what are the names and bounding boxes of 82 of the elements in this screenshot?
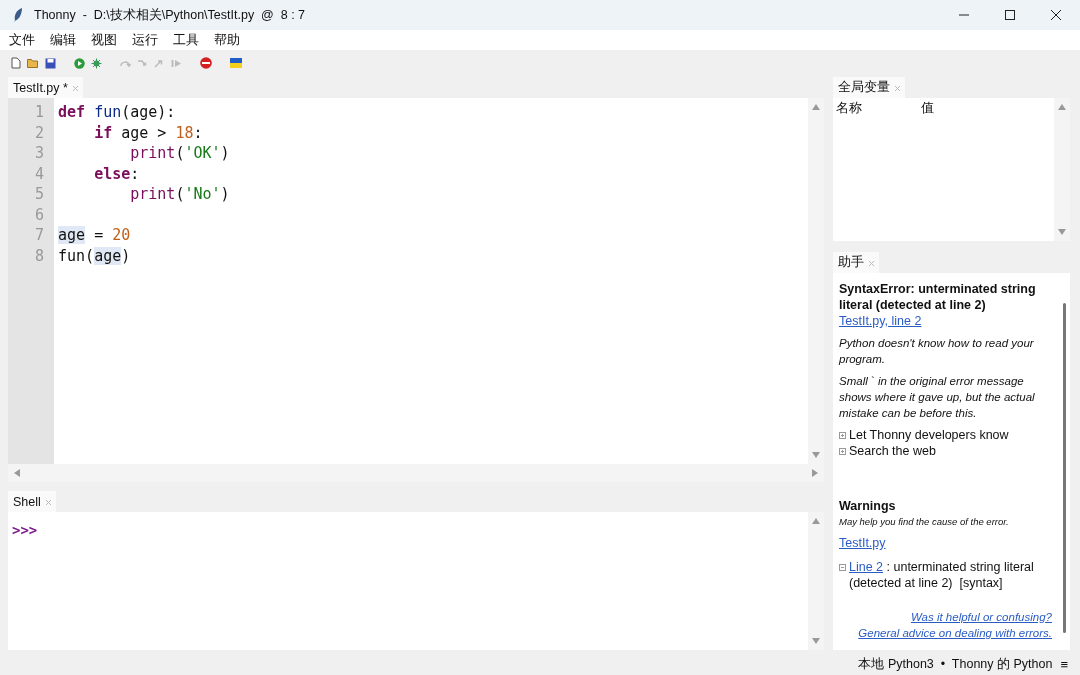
scroll-left-icon[interactable] [14,469,20,477]
scroll-up-icon[interactable] [812,518,820,524]
interpreter-label[interactable]: 本地 Python3 • Thonny 的 Python [858,655,1053,673]
line-number: 8 [34,245,44,266]
code-text: ) [121,246,131,265]
stop-icon[interactable] [200,57,212,69]
variables-tab[interactable]: 全局变量 [833,77,905,98]
menu-item[interactable]: 工具 [173,31,199,49]
section-heading: Warnings [839,498,897,515]
expander-label[interactable]: Search the web [849,443,936,459]
code-text: ( [175,185,185,203]
shell-prompt: >>> [12,522,38,538]
scroll-down-icon[interactable] [812,638,820,644]
expand-icon[interactable] [839,432,846,439]
code-token: if [94,123,113,142]
code-token: print [130,144,176,162]
close-icon[interactable] [1050,9,1062,21]
assistant-tab[interactable]: 助手 [833,252,879,273]
warning-text: Line 2 : unterminated string literal (detected at line 2) [syntax] [849,559,1035,591]
explanation-text: Python doesn't know how to read your program. [839,336,1035,367]
hint-text: May help you find the cause of the error. [839,515,1010,529]
error-heading: SyntaxError: unterminated string literal (detected at line 2) [839,281,1037,313]
window-title: Thonny - D:\技术相关\Python\TestIt.py @ 8 : 7 [34,6,307,24]
feedback-link[interactable]: General advice on dealing with errors. [858,625,1052,641]
menu-item[interactable]: 文件 [9,31,35,49]
code-text: fun( [58,246,95,265]
line-number: 5 [34,184,44,205]
scroll-down-icon[interactable] [1058,229,1066,235]
column-header[interactable]: 值 [918,98,1003,119]
file-link[interactable]: TestIt.py [839,535,1052,551]
menu-item[interactable]: 运行 [132,31,158,49]
folder-icon[interactable] [27,58,39,68]
line-number: 2 [34,122,44,143]
code-token: 18 [175,123,194,142]
code-text: (age): [121,103,176,121]
expander-label[interactable]: Let Thonny developers know [849,427,1009,443]
line-number: 7 [34,225,44,246]
scroll-up-icon[interactable] [812,104,820,110]
explanation-text: Small ` in the original error message shows where it gave up, but the actual mistake can be before this. [839,374,1036,421]
expand-icon[interactable] [839,564,846,571]
code-token: print [130,185,176,203]
code-text: : [193,123,203,142]
feather-icon [12,7,24,23]
code-token: 'No' [184,185,221,203]
code-token: age [58,226,86,244]
code-token: fun [94,103,122,121]
line-number: 1 [34,102,44,123]
code-text: ( [175,144,185,162]
file-link[interactable]: TestIt.py, line 2 [839,313,1052,329]
code-token: 'OK' [184,144,221,162]
line-number: 6 [34,204,44,225]
flag-icon[interactable] [230,58,242,68]
code-text: age > [121,123,168,142]
code-text: : [130,164,140,183]
maximize-icon[interactable] [1004,9,1016,21]
expand-icon[interactable] [839,448,846,455]
code-token: age [94,246,122,265]
feedback-link[interactable]: Was it helpful or confusing? [910,609,1052,625]
code-token: def [58,103,86,121]
bug-icon[interactable] [91,57,102,69]
menu-item[interactable]: 视图 [91,31,117,49]
scroll-down-icon[interactable] [812,452,820,458]
line-number: 4 [34,163,44,184]
shell-tab[interactable]: Shell [8,491,56,512]
new-file-icon[interactable] [11,57,21,69]
code-token: else [94,164,131,183]
menu-item[interactable]: 编辑 [50,31,76,49]
menu-icon[interactable]: ≡ [1060,656,1068,672]
code-text: = [94,226,105,244]
line-link[interactable]: Line 2 [849,560,884,574]
column-header[interactable]: 名称 [833,98,918,119]
code-text: ) [220,144,230,162]
line-number: 3 [34,143,44,164]
code-text: ) [220,185,230,203]
scroll-right-icon[interactable] [812,469,818,477]
code-token: 20 [112,226,131,244]
menu-item[interactable]: 帮助 [214,31,240,49]
run-icon[interactable] [74,57,85,69]
save-icon[interactable] [45,57,56,69]
scroll-up-icon[interactable] [1058,104,1066,110]
scrollbar-thumb[interactable] [1062,303,1066,633]
editor-tab[interactable]: TestIt.py * [8,77,83,98]
